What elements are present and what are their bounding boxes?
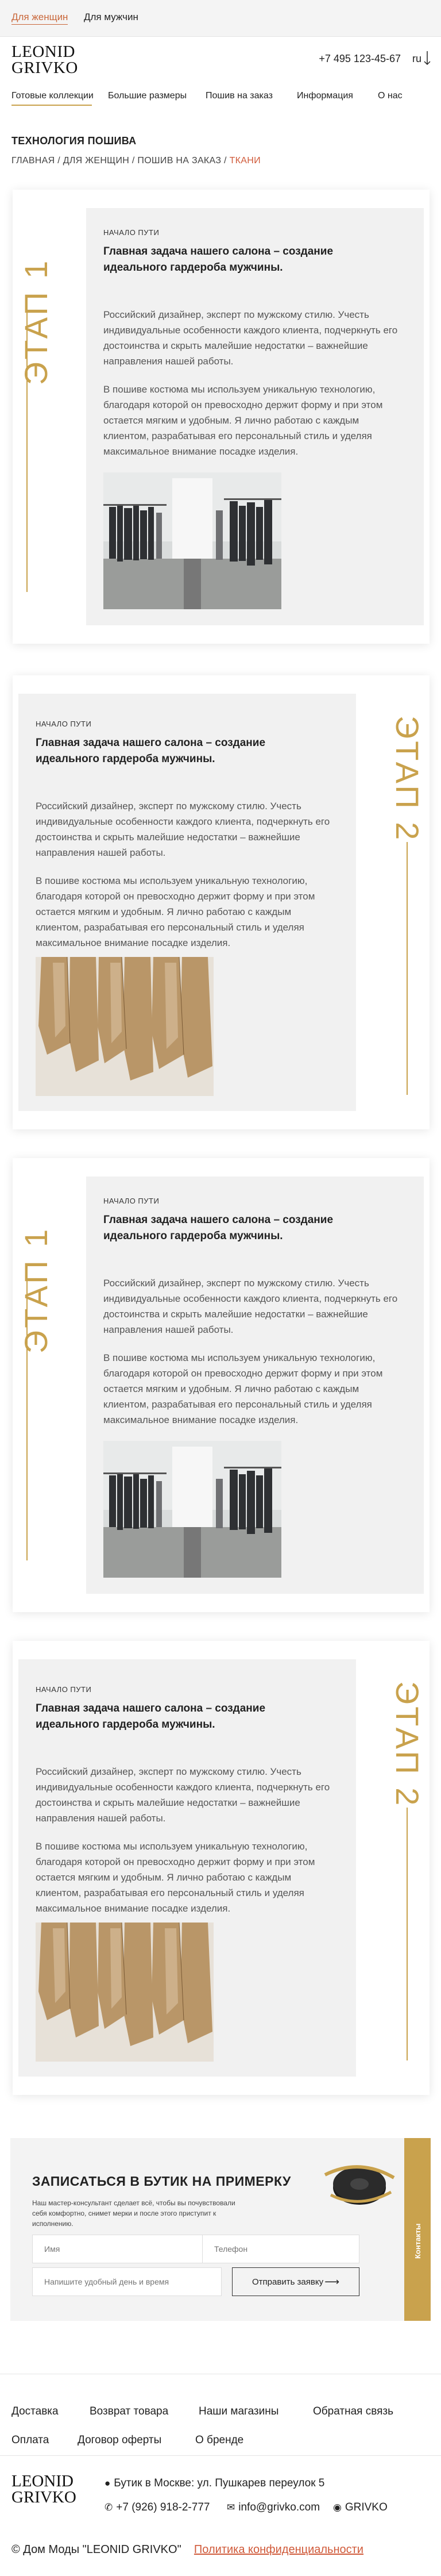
phone-icon: ✆ [105, 2502, 113, 2513]
breadcrumb-home[interactable]: ГЛАВНАЯ [11, 156, 55, 166]
phone-input[interactable] [202, 2235, 359, 2263]
nav-about[interactable]: О нас [378, 91, 403, 101]
breadcrumb-current: ТКАНИ [229, 156, 261, 166]
submit-label: Отправить заявку [252, 2277, 324, 2287]
breadcrumb-sep: / [129, 156, 138, 166]
copyright-text: © Дом Моды "LEONID GRIVKO" [11, 2543, 181, 2556]
main-nav: Готовые коллекции Большие размеры Пошив … [0, 86, 441, 109]
footer-phone[interactable]: ✆ +7 (926) 918-2-777 [105, 2501, 210, 2514]
card-kicker: НАЧАЛО ПУТИ [103, 1197, 160, 1205]
card-paragraph: Российский дизайнер, эксперт по мужскому… [103, 309, 398, 367]
card-paragraph: В пошиве костюма мы используем уникальну… [36, 875, 315, 948]
language-selector[interactable]: ru [412, 53, 421, 65]
nav-tailoring[interactable]: Пошив на заказ [206, 91, 273, 101]
card-title: Главная задача нашего салона – создание … [103, 245, 334, 274]
patterns-photo [36, 1923, 214, 2062]
footer-link-stores[interactable]: Наши магазины [199, 2405, 278, 2418]
breadcrumb-sep: / [221, 156, 230, 166]
stage-card: НАЧАЛО ПУТИ Главная задача нашего салона… [86, 1176, 424, 1594]
card-paragraph: Российский дизайнер, эксперт по мужскому… [36, 801, 330, 858]
breadcrumb-women[interactable]: ДЛЯ ЖЕНЩИН [63, 156, 129, 166]
page-title: ТЕХНОЛОГИЯ ПОШИВА [11, 135, 137, 147]
stage-block: НАЧАЛО ПУТИ Главная задача нашего салона… [13, 1641, 430, 2095]
location-pin-icon: ● [105, 2478, 111, 2489]
instagram-icon: ◉ [333, 2502, 342, 2513]
footer-address: ● Бутик в Москве: ул. Пушкарев переулок 5 [105, 2477, 324, 2490]
stage-label: ЭТАП 2 [389, 1681, 425, 1808]
arrow-down-icon[interactable] [424, 51, 431, 66]
card-kicker: НАЧАЛО ПУТИ [36, 720, 92, 728]
email-text: info@grivko.com [238, 2501, 320, 2513]
card-paragraph: В пошиве костюма мы используем уникальну… [103, 1352, 383, 1425]
nav-large-sizes[interactable]: Большие размеры [108, 91, 187, 101]
boutique-photo [103, 1441, 281, 1578]
stage-line [407, 842, 408, 1095]
footer-link-delivery[interactable]: Доставка [11, 2405, 59, 2418]
tab-men[interactable]: Для мужчин [84, 11, 138, 23]
footer-link-offer[interactable]: Договор оферты [78, 2434, 161, 2447]
stage-block: НАЧАЛО ПУТИ Главная задача нашего салона… [13, 675, 430, 1129]
fitting-title: ЗАПИСАТЬСЯ В БУТИК НА ПРИМЕРКУ [32, 2174, 291, 2189]
arrow-right-icon: ⟶ [324, 2276, 339, 2287]
footer-email[interactable]: ✉ info@grivko.com [227, 2501, 320, 2514]
tab-women[interactable]: Для женщин [11, 11, 68, 25]
copyright: © Дом Моды "LEONID GRIVKO" Политика конф… [11, 2543, 363, 2556]
name-input[interactable] [32, 2235, 222, 2263]
stage-block: ЭТАП 1 НАЧАЛО ПУТИ Главная задача нашего… [13, 1158, 430, 1612]
footer-link-feedback[interactable]: Обратная связь [313, 2405, 393, 2418]
stage-label: ЭТАП 1 [18, 1227, 54, 1354]
logo-line2: GRIVKO [11, 59, 78, 77]
instagram-text: GRIVKO [345, 2501, 388, 2513]
privacy-policy-link[interactable]: Политика конфиденциальности [194, 2543, 363, 2556]
contacts-side-label: Контакты [413, 2223, 422, 2259]
patterns-photo [36, 957, 214, 1096]
stage-line [407, 1808, 408, 2060]
footer-divider [0, 2455, 441, 2456]
stage-card: НАЧАЛО ПУТИ Главная задача нашего салона… [86, 208, 424, 625]
card-paragraph: В пошиве костюма мы используем уникальну… [103, 384, 383, 457]
card-kicker: НАЧАЛО ПУТИ [36, 1685, 92, 1694]
breadcrumb-sep: / [55, 156, 63, 166]
footer-link-payment[interactable]: Оплата [11, 2434, 49, 2447]
fitting-form: ЗАПИСАТЬСЯ В БУТИК НА ПРИМЕРКУ Наш масте… [10, 2138, 431, 2321]
breadcrumb-tailoring[interactable]: ПОШИВ НА ЗАКАЗ [137, 156, 221, 166]
nav-active-underline [11, 105, 92, 106]
breadcrumb: ГЛАВНАЯ / ДЛЯ ЖЕНЩИН / ПОШИВ НА ЗАКАЗ / … [11, 156, 261, 166]
stage-card: НАЧАЛО ПУТИ Главная задача нашего салона… [18, 694, 356, 1111]
card-paragraph: Российский дизайнер, эксперт по мужскому… [103, 1278, 398, 1335]
boutique-photo [103, 472, 281, 609]
stage-line [26, 305, 28, 592]
submit-request-button[interactable]: Отправить заявку ⟶ [232, 2267, 359, 2296]
card-title: Главная задача нашего салона – создание … [103, 1214, 334, 1242]
logo[interactable]: LEONID GRIVKO [11, 43, 78, 77]
stage-card: НАЧАЛО ПУТИ Главная задача нашего салона… [18, 1659, 356, 2077]
card-kicker: НАЧАЛО ПУТИ [103, 228, 160, 237]
footer-instagram[interactable]: ◉ GRIVKO [333, 2501, 388, 2514]
stage-line [26, 1273, 28, 1560]
footer-link-brand[interactable]: О бренде [195, 2434, 243, 2447]
logo-line2: GRIVKO [11, 2488, 76, 2506]
tape-measure-icon [324, 2165, 395, 2205]
contacts-side-tab[interactable]: Контакты [404, 2138, 431, 2321]
stage-label: ЭТАП 1 [18, 258, 54, 385]
logo-line1: LEONID [11, 2472, 74, 2490]
gender-bar: Для женщин Для мужчин [0, 0, 441, 37]
header-phone[interactable]: +7 495 123-45-67 [319, 53, 401, 65]
nav-ready-collections[interactable]: Готовые коллекции [11, 91, 94, 101]
datetime-input[interactable] [32, 2267, 222, 2296]
card-paragraph: В пошиве костюма мы используем уникальну… [36, 1841, 315, 1914]
stage-block: ЭТАП 1 НАЧАЛО ПУТИ Главная задача нашего… [13, 190, 430, 644]
nav-information[interactable]: Информация [297, 91, 353, 101]
address-text: Бутик в Москве: ул. Пушкарев переулок 5 [114, 2477, 325, 2489]
card-title: Главная задача нашего салона – создание … [36, 737, 266, 765]
phone-text: +7 (926) 918-2-777 [116, 2501, 210, 2513]
card-title: Главная задача нашего салона – создание … [36, 1702, 266, 1731]
mail-icon: ✉ [227, 2502, 235, 2513]
fitting-description: Наш мастер-консультант сделает всё, чтоб… [32, 2199, 235, 2228]
footer-link-returns[interactable]: Возврат товара [90, 2405, 168, 2418]
logo-line1: LEONID [11, 43, 75, 61]
footer-logo[interactable]: LEONID GRIVKO [11, 2472, 76, 2506]
stage-label: ЭТАП 2 [389, 716, 425, 843]
card-paragraph: Российский дизайнер, эксперт по мужскому… [36, 1766, 330, 1824]
